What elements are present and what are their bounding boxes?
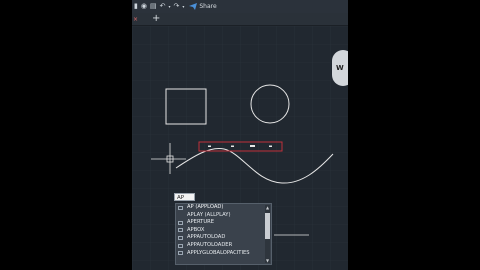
command-icon: [178, 243, 183, 248]
viewcube-compass[interactable]: W: [332, 50, 348, 86]
new-icon[interactable]: ◉: [141, 3, 147, 10]
command-icon: [178, 205, 183, 210]
right-pillarbox: [348, 0, 480, 270]
undo-dropdown-icon[interactable]: ▾: [168, 3, 170, 10]
scroll-up-icon[interactable]: ▲: [265, 205, 270, 210]
command-icon: [178, 228, 183, 233]
undo-icon[interactable]: ↶: [160, 3, 166, 10]
command-autocomplete-list: AP (APPLOAD) APLAY (ALLPLAY) APERTURE AP…: [175, 203, 272, 265]
close-tab-icon[interactable]: ×: [133, 16, 138, 23]
quick-access-toolbar: ▮ ◉ ▤ ↶ ▾ ↷ ▾ Share: [132, 0, 348, 13]
autocomplete-item[interactable]: APPLYGLOBALOPACITIES: [176, 250, 271, 258]
share-button[interactable]: Share: [189, 3, 217, 10]
document-tab-bar: × +: [132, 13, 348, 26]
save-icon[interactable]: ▤: [150, 3, 157, 10]
command-icon: [178, 235, 183, 240]
menu-icon[interactable]: ▮: [134, 3, 138, 10]
add-tab-button[interactable]: +: [152, 14, 160, 24]
autocomplete-scrollbar[interactable]: ▲ ▼: [265, 205, 270, 263]
command-input[interactable]: AP: [174, 193, 195, 201]
autocomplete-item[interactable]: APLAY (ALLPLAY): [176, 212, 271, 220]
redo-icon[interactable]: ↷: [173, 3, 179, 10]
autocomplete-item[interactable]: APPAUTOLOADER: [176, 242, 271, 250]
left-pillarbox: [0, 0, 132, 270]
share-icon: [189, 3, 198, 10]
autocomplete-item[interactable]: AP (APPLOAD): [176, 204, 271, 212]
autocomplete-item[interactable]: APERTURE: [176, 219, 271, 227]
share-label: Share: [199, 3, 217, 10]
scrollbar-thumb[interactable]: [265, 213, 270, 239]
command-icon: [178, 220, 183, 225]
autocomplete-item[interactable]: APBOX: [176, 227, 271, 235]
cad-app-window: ▮ ◉ ▤ ↶ ▾ ↷ ▾ Share × + AP AP (APPLOAD) …: [132, 0, 348, 270]
drawing-canvas[interactable]: AP AP (APPLOAD) APLAY (ALLPLAY) APERTURE…: [132, 26, 348, 270]
autocomplete-item[interactable]: APPAUTOLOAD: [176, 234, 271, 242]
redo-dropdown-icon[interactable]: ▾: [182, 3, 184, 10]
scroll-down-icon[interactable]: ▼: [265, 258, 270, 263]
viewcube-west-label: W: [336, 64, 344, 72]
command-icon: [178, 251, 183, 256]
